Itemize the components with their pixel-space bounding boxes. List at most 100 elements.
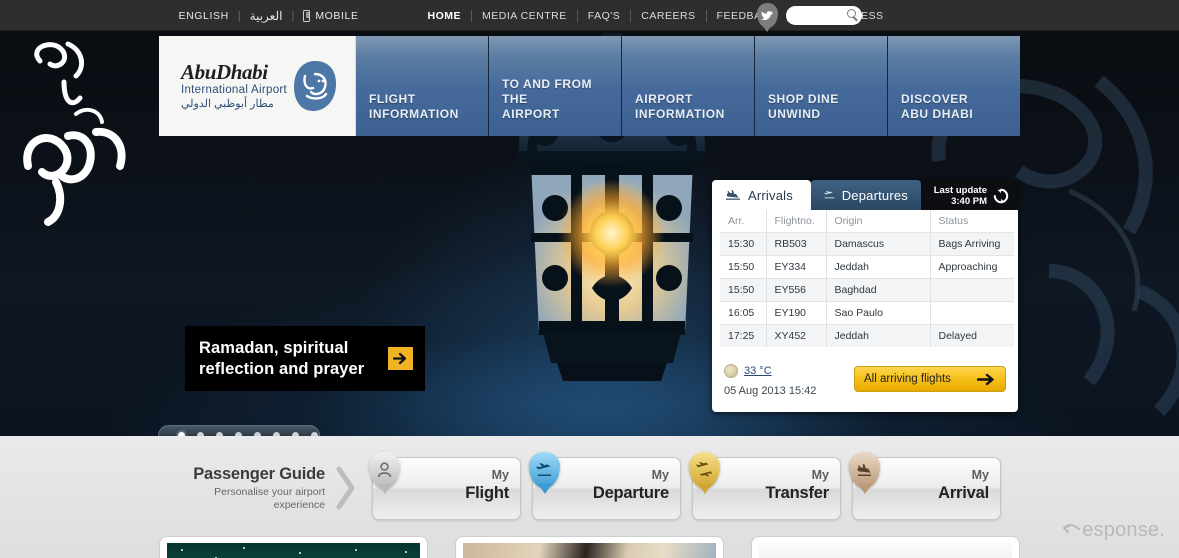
passenger-guide-row: Passenger Guide Personalise your airport… <box>159 451 1020 524</box>
my-flight-card[interactable]: My Flight <box>369 451 521 520</box>
mainnav-airport-information[interactable]: AIRPORT INFORMATION <box>622 36 755 136</box>
arrow-right-icon[interactable] <box>388 347 413 370</box>
weather-group: 33 °C <box>724 364 772 378</box>
my-prefix: My <box>811 467 829 482</box>
plane-landing-icon <box>726 190 740 200</box>
logo-tile[interactable]: AbuDhabi International Airport مطار أبوظ… <box>159 36 356 136</box>
my-prefix: My <box>971 467 989 482</box>
logo-arabic: مطار أبوظبي الدولي <box>180 98 274 110</box>
plane-landing-glyph <box>857 463 871 476</box>
search-icon[interactable] <box>846 9 856 18</box>
temperature-link[interactable]: 33 °C <box>744 365 772 377</box>
flight-board-body: Arr. Flightno. Origin Status 15:30 RB503… <box>712 210 1018 412</box>
sun-icon <box>724 364 738 378</box>
mainnav-label-line1: DISCOVER <box>901 92 969 106</box>
cell-origin: Jeddah <box>825 255 930 279</box>
passenger-guide-subtitle: Personalise your airport experience <box>159 486 325 512</box>
mainnav-label-line2: INFORMATION <box>369 107 459 121</box>
my-arrival-card[interactable]: My Arrival <box>849 451 1001 520</box>
flight-board-footer: 33 °C 05 Aug 2013 15:42 All arriving fli… <box>712 356 1018 412</box>
my-departure-card[interactable]: My Departure <box>529 451 681 520</box>
promo-card-tenda[interactable]: TENDA HD 50 <box>751 536 1020 558</box>
all-arriving-flights-label: All arriving flights <box>864 373 951 385</box>
mobile-label: MOBILE <box>315 9 359 22</box>
person-pin-icon <box>369 451 400 488</box>
response-logo-icon <box>1063 523 1081 533</box>
promo-cards-row: TENDA HD 50 <box>159 536 1020 558</box>
promo-card-night-sky[interactable] <box>159 536 428 558</box>
table-row[interactable]: 15:30 RB503 Damascus Bags Arriving <box>720 232 1014 256</box>
plane-takeoff-icon <box>824 190 835 199</box>
my-transfer-label: My Transfer <box>765 468 829 503</box>
nav-careers[interactable]: CAREERS <box>631 10 705 22</box>
tab-arrivals[interactable]: Arrivals <box>712 180 811 210</box>
night-sky-image <box>167 543 420 558</box>
carousel-dot-1[interactable] <box>178 432 185 436</box>
promo-text-banner: TENDA HD 50 <box>759 543 1012 558</box>
lang-arabic-link[interactable]: العربية <box>241 9 292 23</box>
mainnav-label-line2: AIRPORT <box>502 107 560 121</box>
arrow-right-icon <box>977 373 994 385</box>
my-prefix: My <box>491 467 509 482</box>
carousel-dot-2[interactable] <box>197 432 204 436</box>
table-row[interactable]: 15:50 EY556 Baghdad <box>720 278 1014 302</box>
all-arriving-flights-button[interactable]: All arriving flights <box>854 366 1006 392</box>
carousel-dot-8[interactable] <box>311 432 318 436</box>
mobile-site-link[interactable]: MOBILE <box>294 9 367 22</box>
carousel-dot-5[interactable] <box>254 432 261 436</box>
column-header-flightno: Flightno. <box>765 210 826 233</box>
search-box[interactable] <box>785 6 862 25</box>
promo-card-interior[interactable] <box>455 536 724 558</box>
plane-takeoff-pin-icon <box>529 451 560 488</box>
subtitle-line1: Personalise your airport <box>214 486 325 498</box>
mainnav-flight-information[interactable]: FLIGHT INFORMATION <box>356 36 489 136</box>
column-header-status: Status <box>929 210 1014 233</box>
card-name: Departure <box>592 483 669 502</box>
carousel-pagination[interactable] <box>158 425 320 436</box>
chevron-right-icon <box>331 466 361 510</box>
mainnav-to-and-from-the-airport[interactable]: TO AND FROM THE AIRPORT <box>489 36 622 136</box>
nav-home[interactable]: HOME <box>418 10 472 22</box>
carousel-dot-6[interactable] <box>273 432 280 436</box>
interior-photo-image <box>463 543 716 558</box>
my-transfer-card[interactable]: My Transfer <box>689 451 841 520</box>
cell-status: Approaching <box>929 255 1014 279</box>
plane-takeoff-glyph <box>536 462 551 476</box>
mainnav-discover-abu-dhabi[interactable]: DISCOVER ABU DHABI <box>888 36 1020 136</box>
carousel-dot-3[interactable] <box>216 432 223 436</box>
cell-origin: Jeddah <box>825 324 930 347</box>
last-update-label: Last update <box>933 184 987 196</box>
tab-departures-label: Departures <box>841 187 908 203</box>
nav-media-centre[interactable]: MEDIA CENTRE <box>472 10 577 22</box>
search-input[interactable] <box>792 7 849 24</box>
subtitle-line2: experience <box>273 499 325 511</box>
card-name: Flight <box>465 483 509 502</box>
mainnav-shop-dine-unwind[interactable]: SHOP DINE UNWIND <box>755 36 888 136</box>
watermark-text: esponse. <box>1082 519 1165 541</box>
my-flight-label: My Flight <box>465 468 509 503</box>
my-departure-label: My Departure <box>593 468 669 503</box>
lang-english-link[interactable]: ENGLISH <box>170 10 238 22</box>
cell-status <box>929 301 1014 325</box>
refresh-icon[interactable] <box>993 188 1009 204</box>
cell-origin: Damascus <box>825 232 930 256</box>
nav-faqs[interactable]: FAQ'S <box>578 10 631 22</box>
carousel-dot-7[interactable] <box>292 432 299 436</box>
hero-caption-line2: reflection and prayer <box>199 359 365 378</box>
carousel-dot-4[interactable] <box>235 432 242 436</box>
table-row[interactable]: 16:05 EY190 Sao Paulo <box>720 301 1014 325</box>
table-header-row: Arr. Flightno. Origin Status <box>720 210 1014 233</box>
language-switcher: ENGLISH | العربية | MOBILE <box>170 0 368 31</box>
hero-caption[interactable]: Ramadan, spiritual reflection and prayer <box>185 326 425 391</box>
tab-departures[interactable]: Departures <box>811 180 921 210</box>
utility-bar: ENGLISH | العربية | MOBILE HOME MEDIA CE… <box>0 0 1179 31</box>
mainnav-label-line2: UNWIND <box>768 107 821 121</box>
passenger-guide-heading: Passenger Guide Personalise your airport… <box>159 464 331 512</box>
cell-flight: XY452 <box>765 324 826 347</box>
cell-status <box>929 278 1014 302</box>
table-row[interactable]: 15:50 EY334 Jeddah Approaching <box>720 255 1014 279</box>
twitter-bird-icon[interactable] <box>756 3 778 28</box>
mainnav-label-line2: INFORMATION <box>635 107 725 121</box>
table-row[interactable]: 17:25 XY452 Jeddah Delayed <box>720 324 1014 347</box>
my-arrival-label: My Arrival <box>938 468 989 503</box>
